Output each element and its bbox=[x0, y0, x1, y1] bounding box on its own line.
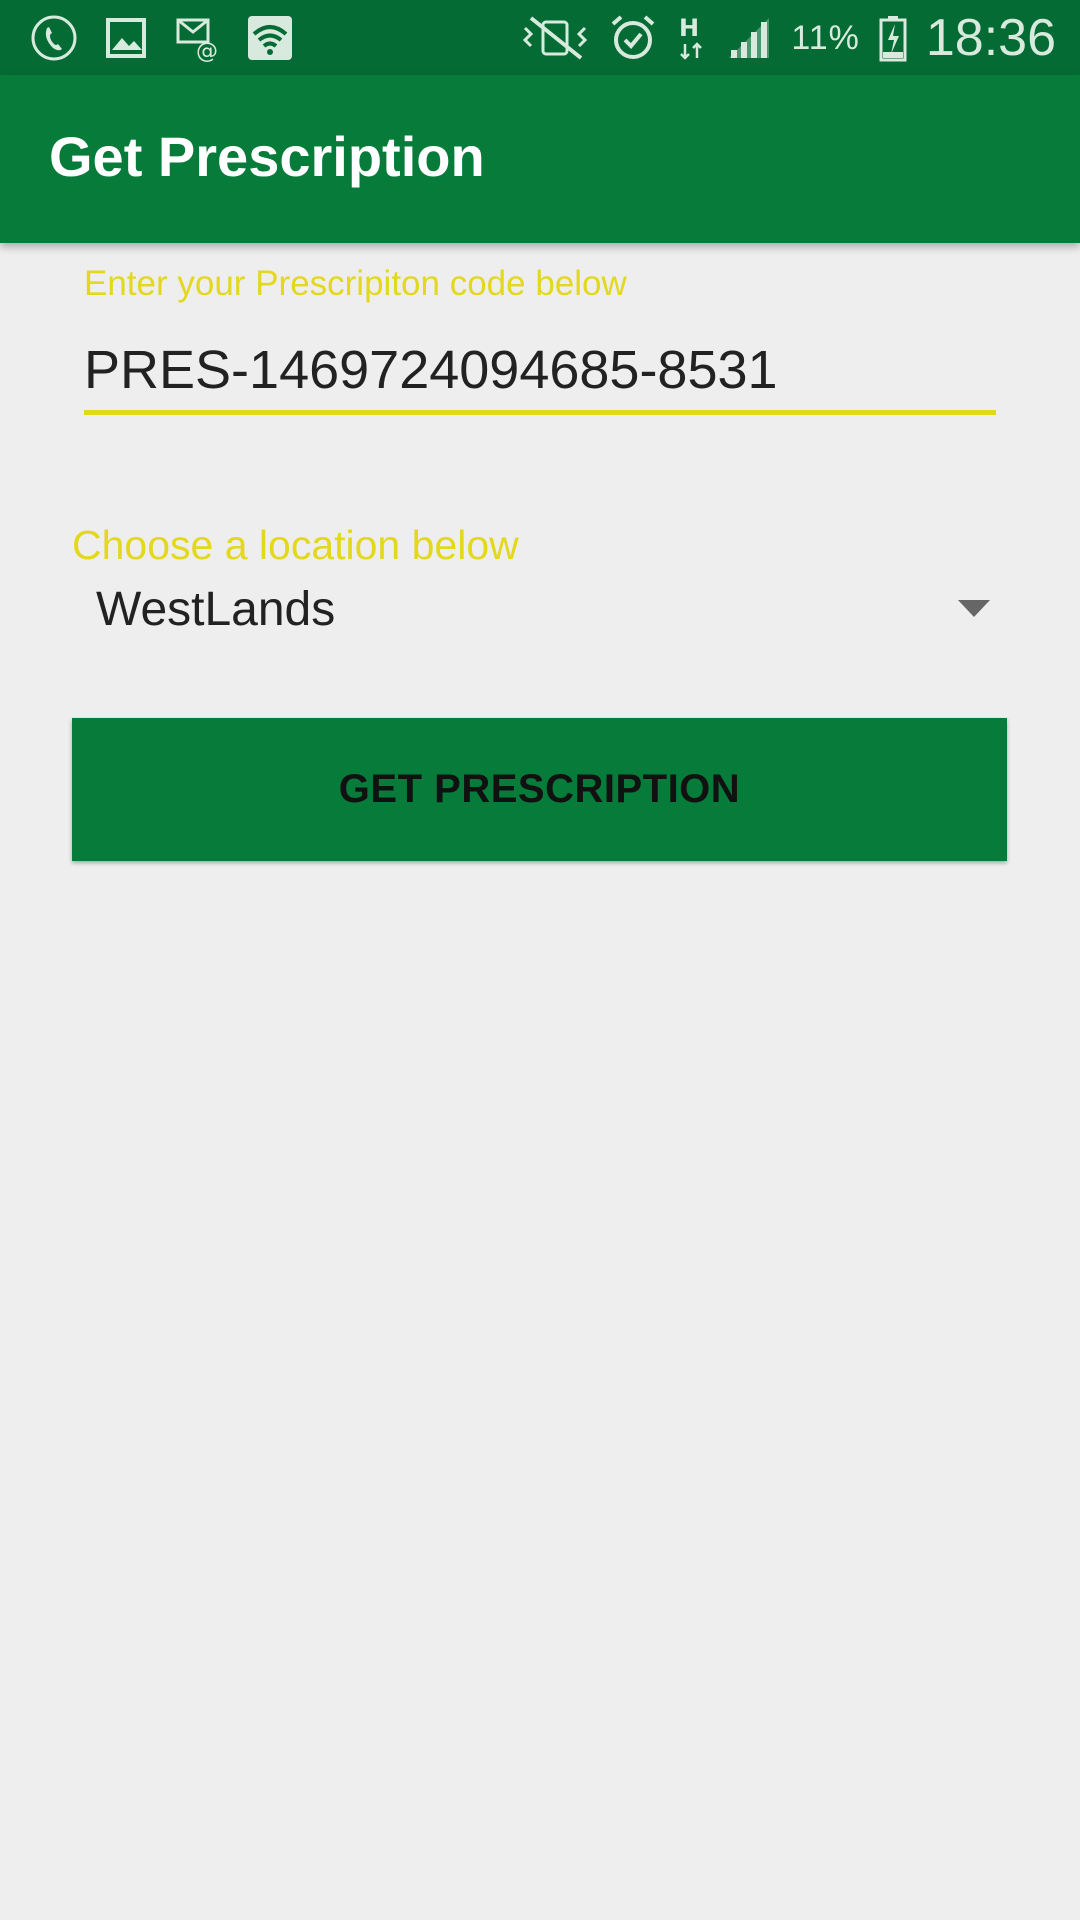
svg-text:@: @ bbox=[196, 39, 218, 62]
location-dropdown[interactable]: WestLands bbox=[72, 570, 1004, 650]
phone-call-icon bbox=[31, 15, 77, 61]
app-bar: Get Prescription bbox=[0, 75, 1080, 243]
signal-icon bbox=[729, 18, 770, 58]
get-prescription-button-label: GET PRESCRIPTION bbox=[338, 767, 741, 811]
wifi-icon bbox=[248, 16, 292, 60]
battery-percentage: 11% bbox=[791, 18, 860, 57]
location-label: Choose a location below bbox=[72, 522, 519, 568]
vibrate-icon bbox=[523, 16, 588, 60]
alarm-icon bbox=[612, 15, 655, 59]
status-bar-system: H 11% 18:36 bbox=[519, 8, 1056, 68]
status-bar-notifications: @ bbox=[30, 12, 294, 64]
email-notification-icon: @ bbox=[176, 18, 218, 62]
battery-charging-icon bbox=[879, 16, 907, 62]
prescription-code-input[interactable] bbox=[84, 330, 996, 415]
network-h-icon: H bbox=[679, 14, 703, 60]
page-title: Get Prescription bbox=[49, 125, 485, 188]
dropdown-arrow-icon bbox=[958, 600, 990, 617]
status-bar-time: 18:36 bbox=[925, 9, 1056, 67]
location-selected-value: WestLands bbox=[96, 583, 336, 636]
prescription-code-label: Enter your Prescripiton code below bbox=[84, 264, 627, 303]
image-icon bbox=[106, 18, 146, 58]
svg-text:H: H bbox=[679, 14, 699, 42]
get-prescription-button[interactable]: GET PRESCRIPTION bbox=[72, 718, 1007, 861]
status-bar: @ H 11% 18:36 bbox=[0, 0, 1080, 75]
